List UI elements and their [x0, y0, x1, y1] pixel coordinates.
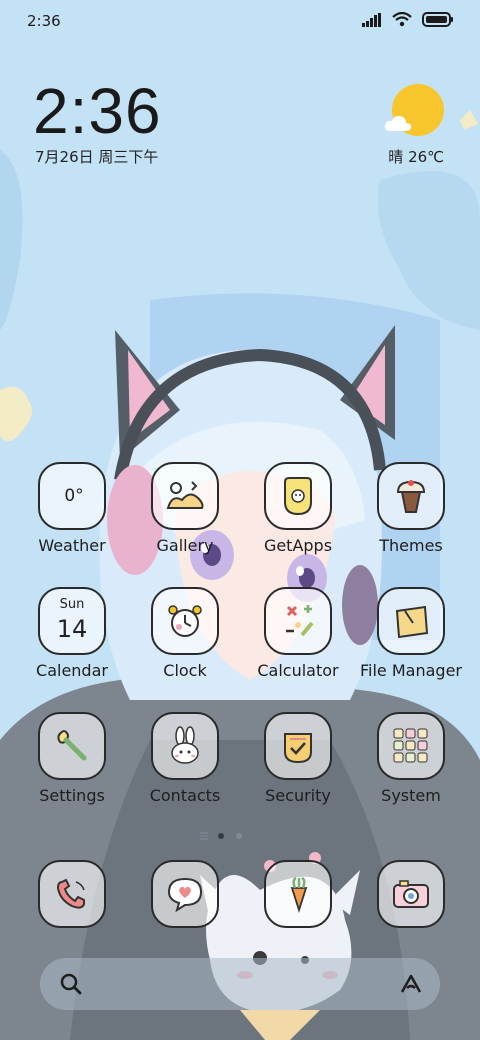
calendar-date: 14 — [56, 615, 88, 643]
clock-widget-date[interactable]: 7月26日 周三下午 — [35, 146, 158, 167]
dock-camera[interactable] — [356, 860, 466, 930]
app-label: Calendar — [36, 661, 108, 680]
page-dot-active — [218, 833, 224, 839]
app-label: Calculator — [257, 661, 339, 680]
status-icons — [362, 12, 454, 27]
app-label: Contacts — [149, 786, 221, 805]
calculator-icon — [264, 587, 332, 655]
app-label: Security — [265, 786, 331, 805]
app-label: Settings — [39, 786, 105, 805]
themes-icon — [377, 462, 445, 530]
cloud-icon — [384, 115, 412, 131]
dock-browser[interactable] — [243, 860, 353, 930]
app-file-manager[interactable]: File Manager — [356, 587, 466, 697]
camera-icon — [377, 860, 445, 928]
page-indicator[interactable] — [200, 830, 280, 842]
carrot-browser-icon — [264, 860, 332, 928]
clock-widget-time[interactable]: 2:36 — [33, 76, 162, 146]
dock-messages[interactable] — [130, 860, 240, 930]
assistant-icon[interactable] — [398, 971, 424, 997]
app-system-folder[interactable]: System — [356, 712, 466, 822]
bunny-contacts-icon — [151, 712, 219, 780]
messages-icon — [151, 860, 219, 928]
app-label: System — [381, 786, 441, 805]
app-label: Gallery — [156, 536, 214, 555]
search-icon — [60, 973, 82, 995]
app-label: Clock — [163, 661, 207, 680]
alarm-clock-icon — [151, 587, 219, 655]
app-calculator[interactable]: Calculator — [243, 587, 353, 697]
calendar-day: Sun — [59, 597, 85, 612]
app-gallery[interactable]: Gallery — [130, 462, 240, 572]
wifi-icon — [392, 12, 412, 27]
weather-app-icon: 0° — [38, 462, 106, 530]
app-themes[interactable]: Themes — [356, 462, 466, 572]
gallery-icon — [151, 462, 219, 530]
system-folder-icon — [377, 712, 445, 780]
security-icon — [264, 712, 332, 780]
folder-icon — [377, 587, 445, 655]
app-label: Weather — [38, 536, 106, 555]
app-weather[interactable]: 0° Weather — [17, 462, 127, 572]
app-contacts[interactable]: Contacts — [130, 712, 240, 822]
weather-app-temp: 0° — [64, 486, 84, 506]
app-calendar[interactable]: Sun 14 Calendar — [17, 587, 127, 697]
status-time: 2:36 — [27, 12, 61, 30]
app-label: Themes — [379, 536, 443, 555]
signal-icon — [362, 12, 381, 27]
getapps-icon — [264, 462, 332, 530]
phone-icon — [38, 860, 106, 928]
status-bar: 2:36 — [0, 0, 480, 42]
app-clock[interactable]: Clock — [130, 587, 240, 697]
menu-lines-icon — [200, 832, 208, 840]
weather-widget-text: 晴 26℃ — [388, 148, 444, 166]
weather-widget[interactable]: 晴 26℃ — [384, 82, 444, 172]
search-bar[interactable] — [40, 958, 440, 1010]
dock-phone[interactable] — [17, 860, 127, 930]
page-dot — [236, 833, 242, 839]
app-getapps[interactable]: GetApps — [243, 462, 353, 572]
settings-icon — [38, 712, 106, 780]
app-label: File Manager — [360, 661, 462, 680]
app-label: GetApps — [263, 536, 333, 555]
battery-icon — [422, 12, 453, 27]
app-security[interactable]: Security — [243, 712, 353, 822]
calendar-icon: Sun 14 — [38, 587, 106, 655]
app-settings[interactable]: Settings — [17, 712, 127, 822]
